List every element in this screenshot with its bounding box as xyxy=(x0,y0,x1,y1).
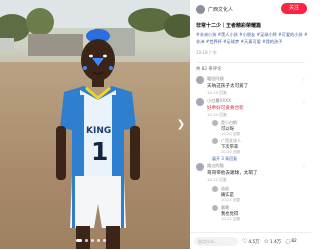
commenter-name[interactable]: 路过的猫 xyxy=(207,163,224,169)
comment-text: 好乖好可爱要合影 xyxy=(207,106,244,111)
like-heart-icon[interactable]: ♡ xyxy=(302,165,306,171)
page-dot[interactable] xyxy=(97,239,100,242)
commenter-name[interactable]: 暖阳阿姨 xyxy=(207,76,224,82)
replier-avatar[interactable] xyxy=(212,205,218,211)
jersey-text: KING xyxy=(86,126,112,136)
image-pagination xyxy=(76,239,106,242)
page-dot[interactable] xyxy=(103,239,106,242)
next-image-arrow-icon[interactable]: ❯ xyxy=(176,118,186,132)
replier-avatar[interactable] xyxy=(212,138,218,144)
reply-meta: 10-20 回复 xyxy=(221,132,241,136)
comment-item: 小红薯XXXX 好乖好可爱要合影 10-20 回复 ♡ xyxy=(196,98,308,118)
comment-count: 82 xyxy=(291,239,297,244)
comment-meta: 10-19 回复 xyxy=(207,90,227,95)
comment-meta: 10-21 回复 xyxy=(207,177,227,182)
commenter-avatar[interactable] xyxy=(196,76,204,84)
jersey-number: 1 xyxy=(91,137,109,166)
reply-item: 广西文化人 下次带来 10-20 回复 xyxy=(212,138,308,154)
reply-meta: 10-22 回复 xyxy=(221,217,241,221)
follow-button[interactable]: 关注 xyxy=(281,3,307,14)
post-media[interactable]: KING 1 ❯ xyxy=(0,0,190,249)
page-dot[interactable] xyxy=(85,239,88,242)
comment-item: 路过的猫 哥哥带他去踢球，太萌了 10-21 回复 ♡ xyxy=(196,163,308,183)
like-button[interactable]: ♡ 4.5万 xyxy=(242,238,260,245)
replier-avatar[interactable] xyxy=(212,186,218,192)
heart-icon: ♡ xyxy=(242,238,248,245)
commenter-name[interactable]: 小红薯XXXX xyxy=(207,98,231,104)
comment-text: 哥哥带他去踢球，太萌了 xyxy=(207,171,258,176)
interaction-bar: 说点什么... ♡ 4.5万 ☆ 1.4万 ◌ 82 xyxy=(190,232,311,250)
reply-item: 是小白鹤 可以呀 10-20 回复 xyxy=(212,120,308,136)
divider xyxy=(196,62,305,63)
reply-item: 苗苗 确实是 10-21 回复 xyxy=(212,186,308,202)
reply-meta: 10-21 回复 xyxy=(221,198,241,202)
like-heart-icon[interactable]: ♡ xyxy=(302,78,306,84)
replier-avatar[interactable] xyxy=(212,120,218,126)
comment-item: 暖阳阿姨 天呐这孩子太可爱了 10-19 回复 ♡ xyxy=(196,76,308,96)
author-avatar[interactable] xyxy=(196,4,205,14)
collect-count: 1.4万 xyxy=(269,239,282,245)
commenter-avatar[interactable] xyxy=(196,98,204,106)
expand-replies-link[interactable]: 展开 3 条回复 xyxy=(212,156,237,162)
collect-button[interactable]: ☆ 1.4万 xyxy=(264,238,282,245)
post-tags[interactable]: #非洲小孩 #黑人小孩 #小朋友 #足球小将 #可爱的小孩 #非洲 #世界杯 #… xyxy=(196,31,308,45)
star-icon: ☆ xyxy=(263,238,269,245)
reply-meta: 10-20 回复 xyxy=(221,150,241,154)
post-title: 非常十二少｜王者精彩荣耀篇 xyxy=(196,23,262,29)
comment-meta: 10-20 回复 xyxy=(207,112,227,117)
reply-item: 晨曦 我也觉得 10-22 回复 xyxy=(212,205,308,221)
comment-bubble-icon: ◌ xyxy=(285,238,291,245)
page-dot[interactable] xyxy=(91,239,94,242)
author-name[interactable]: 广西文化人 xyxy=(208,6,233,13)
comment-button[interactable]: ◌ 82 xyxy=(285,238,297,245)
author-bar: 广西文化人 关注 xyxy=(190,3,311,15)
boy-photo xyxy=(56,29,140,249)
comments-total: 共 82 条评论 xyxy=(196,67,222,72)
post-detail-panel: 广西文化人 关注 非常十二少｜王者精彩荣耀篇 #非洲小孩 #黑人小孩 #小朋友 … xyxy=(190,0,311,250)
comment-text: 天呐这孩子太可爱了 xyxy=(207,84,249,89)
commenter-avatar[interactable] xyxy=(196,163,204,171)
page-dot-active[interactable] xyxy=(76,239,82,242)
like-heart-icon[interactable]: ♡ xyxy=(302,100,306,106)
comment-input[interactable]: 说点什么... xyxy=(194,237,238,246)
like-count: 4.5万 xyxy=(248,239,260,245)
post-meta: 10-18 广东 xyxy=(196,50,217,55)
